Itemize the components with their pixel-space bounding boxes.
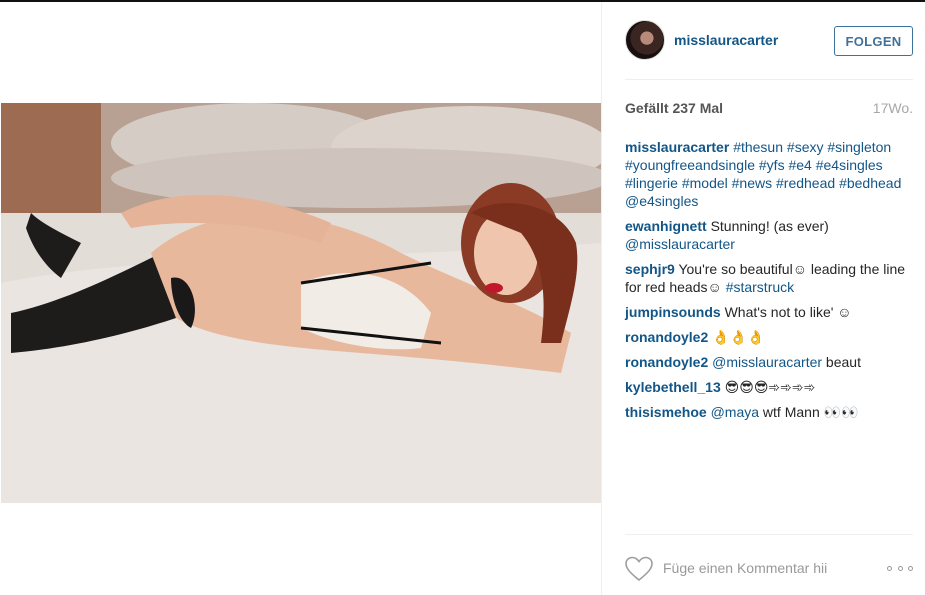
comment-tag-link[interactable]: #sexy (787, 139, 824, 155)
post-photo[interactable] (1, 103, 601, 503)
comment-tag-link[interactable]: #model (682, 175, 728, 191)
post-sidebar: misslauracarter FOLGEN Gefällt 237 Mal 1… (601, 2, 925, 595)
post-footer (625, 554, 913, 584)
comment-tag-link[interactable]: @misslauracarter (712, 354, 822, 370)
dot (887, 565, 892, 571)
comment: kylebethell_13 😎😎😎➾➾➾➾ (625, 378, 913, 396)
comment: thisismehoe @maya wtf Mann 👀👀 (625, 403, 913, 421)
comment-username[interactable]: sephjr9 (625, 261, 675, 277)
comment: ronandoyle2 👌👌👌 (625, 328, 913, 346)
comment-tag-link[interactable]: #e4singles (816, 157, 883, 173)
comment-tag-link[interactable]: #news (732, 175, 772, 191)
comment-username[interactable]: ronandoyle2 (625, 354, 708, 370)
comment-tag-link[interactable]: #redhead (776, 175, 835, 191)
comment-username[interactable]: thisismehoe (625, 404, 707, 420)
post-author-username[interactable]: misslauracarter (674, 32, 778, 48)
comment-tag-link[interactable]: #yfs (759, 157, 785, 173)
comment-username[interactable]: kylebethell_13 (625, 379, 721, 395)
comment: ronandoyle2 @misslauracarter beaut (625, 353, 913, 371)
comment: sephjr9 You're so beautiful☺ leading the… (625, 260, 913, 296)
comment-username[interactable]: jumpinsounds (625, 304, 721, 320)
comment: ewanhignett Stunning! (as ever) @misslau… (625, 217, 913, 253)
comment-tag-link[interactable]: #e4 (788, 157, 811, 173)
comment-text: beaut (822, 354, 861, 370)
dot (908, 565, 913, 571)
comment-tag-link[interactable]: @e4singles (625, 193, 698, 209)
comment-tag-link[interactable]: #thesun (733, 139, 783, 155)
comments-list: misslauracarter #thesun #sexy #singleton… (625, 138, 913, 428)
comment-username[interactable]: misslauracarter (625, 139, 729, 155)
likes-count[interactable]: Gefällt 237 Mal (625, 100, 723, 116)
comment-input[interactable] (663, 556, 835, 580)
comment-tag-link[interactable]: @maya (711, 404, 759, 420)
likes-row: Gefällt 237 Mal 17Wo. (625, 100, 913, 120)
comment-tag-link[interactable]: @misslauracarter (625, 236, 735, 252)
follow-button[interactable]: FOLGEN (834, 26, 913, 56)
comment-username[interactable]: ewanhignett (625, 218, 707, 234)
dot (897, 565, 903, 571)
comment-tag-link[interactable]: #lingerie (625, 175, 678, 191)
heart-icon[interactable] (625, 556, 653, 582)
comment-tag-link[interactable]: #youngfreeandsingle (625, 157, 755, 173)
comment-text: 😎😎😎➾➾➾➾ (724, 379, 816, 395)
comment: misslauracarter #thesun #sexy #singleton… (625, 138, 913, 210)
comment-text: What's not to like' ☺ (724, 304, 852, 320)
comment-text: 👌👌👌 (712, 329, 765, 345)
photo-area (0, 2, 601, 595)
more-options-icon[interactable] (887, 558, 913, 578)
comment-tag-link[interactable]: #starstruck (726, 279, 794, 295)
comment-tag-link[interactable]: #singleton (827, 139, 891, 155)
comment: jumpinsounds What's not to like' ☺ (625, 303, 913, 321)
comment-text: wtf Mann 👀👀 (759, 404, 859, 420)
post-time[interactable]: 17Wo. (873, 100, 913, 116)
comment-username[interactable]: ronandoyle2 (625, 329, 708, 345)
comment-tag-link[interactable]: #bedhead (839, 175, 901, 191)
divider (625, 534, 913, 535)
comment-text: Stunning! (as ever) (710, 218, 829, 234)
avatar[interactable] (625, 20, 665, 60)
post-header: misslauracarter FOLGEN (625, 20, 913, 62)
divider (625, 79, 913, 80)
